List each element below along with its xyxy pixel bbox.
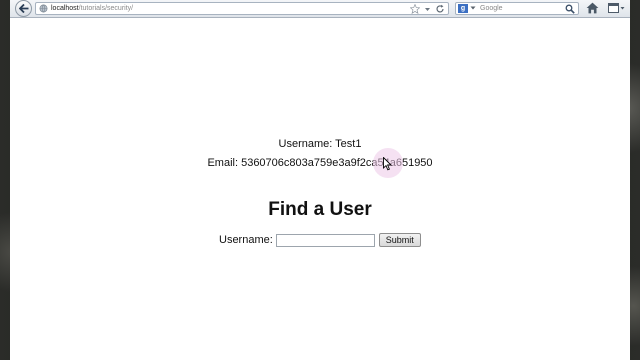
page-content: Username: Test1 Email: 5360706c803a759e3…	[10, 18, 630, 360]
google-engine-icon[interactable]: g	[458, 4, 468, 13]
engine-dropdown-icon[interactable]	[470, 5, 476, 11]
username-field-label: Username:	[219, 234, 273, 246]
address-bar[interactable]: localhost/tutorials/security/	[35, 2, 449, 15]
username-label: Username:	[278, 138, 333, 150]
bookmark-star-icon[interactable]	[410, 3, 420, 14]
page-title: Find a User	[268, 199, 372, 220]
back-button[interactable]	[15, 0, 32, 17]
url-path: /tutorials/security/	[78, 5, 134, 12]
browser-toolbar: localhost/tutorials/security/ g Google	[10, 0, 630, 18]
email-display: Email: 5360706c803a759e3a9f2ca54a651950	[10, 157, 630, 170]
username-value: Test1	[335, 138, 362, 150]
reload-icon[interactable]	[435, 4, 445, 14]
bookmarks-menu-icon[interactable]	[608, 3, 625, 14]
history-dropdown-icon[interactable]	[424, 4, 431, 14]
globe-icon	[39, 4, 48, 13]
search-icon[interactable]	[565, 4, 575, 14]
browser-window: localhost/tutorials/security/ g Google U…	[10, 0, 630, 360]
search-bar[interactable]: g Google	[455, 2, 579, 15]
email-value: 5360706c803a759e3a9f2ca54a651950	[241, 157, 433, 169]
find-user-form: Username: Submit	[219, 232, 421, 248]
mouse-pointer-icon	[383, 157, 393, 171]
submit-button[interactable]: Submit	[378, 233, 421, 247]
back-arrow-icon	[18, 4, 28, 13]
username-input[interactable]	[275, 233, 375, 247]
url-text[interactable]: localhost/tutorials/security/	[51, 4, 133, 14]
url-host: localhost	[51, 5, 79, 12]
home-icon[interactable]	[586, 2, 599, 14]
username-display: Username: Test1	[10, 138, 630, 151]
search-placeholder: Google	[480, 5, 503, 12]
email-label: Email:	[207, 157, 239, 169]
